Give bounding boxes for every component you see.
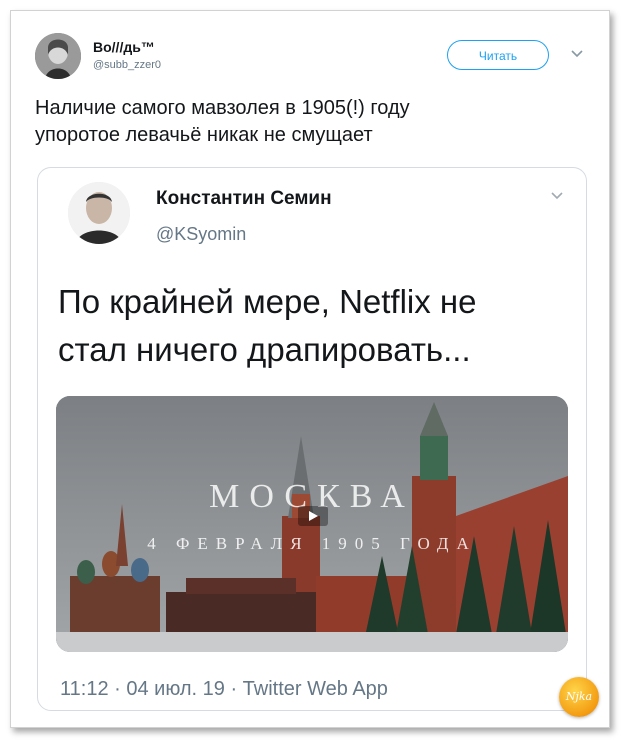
screenshot-frame: Во///дь™ @subb_zzer0 Читать Наличие само… (10, 10, 610, 728)
tweet-text: Наличие самого мавзолея в 1905(!) году у… (35, 95, 595, 149)
author-avatar[interactable] (35, 33, 81, 79)
portrait-avatar-icon (35, 33, 81, 79)
person-avatar-icon (68, 182, 130, 244)
site-logo-watermark: Njka (559, 677, 599, 717)
quoted-text-line: стал ничего драпировать... (58, 331, 471, 368)
author-handle[interactable]: @subb_zzer0 (93, 59, 161, 71)
play-icon[interactable] (298, 506, 328, 526)
follow-button[interactable]: Читать (447, 40, 549, 70)
tweet-header: Во///дь™ @subb_zzer0 Читать (35, 33, 595, 83)
chevron-down-icon[interactable] (569, 45, 585, 61)
quoted-text-line: По крайней мере, Netflix не (58, 283, 477, 320)
tweet-text-line: упоротое левачьё никак не смущает (35, 124, 373, 146)
video-overlay-subtitle: 4 ФЕВРАЛЯ 1905 ГОДА (147, 534, 477, 553)
chevron-down-icon[interactable] (548, 186, 566, 204)
tweet-timestamp[interactable]: 11:12 · 04 июл. 19 · Twitter Web App (60, 678, 388, 701)
quoted-tweet[interactable]: Константин Семин @KSyomin По крайней мер… (37, 167, 587, 711)
quoted-author-avatar[interactable] (68, 182, 130, 244)
quoted-author-name[interactable]: Константин Семин (156, 188, 332, 210)
quoted-tweet-text: По крайней мере, Netflix не стал ничего … (58, 278, 568, 374)
tweet-text-line: Наличие самого мавзолея в 1905(!) году (35, 97, 410, 119)
author-name[interactable]: Во///дь™ (93, 39, 155, 55)
quoted-author-handle[interactable]: @KSyomin (156, 224, 246, 245)
video-thumbnail[interactable]: МОСКВА 4 ФЕВРАЛЯ 1905 ГОДА (56, 396, 568, 652)
